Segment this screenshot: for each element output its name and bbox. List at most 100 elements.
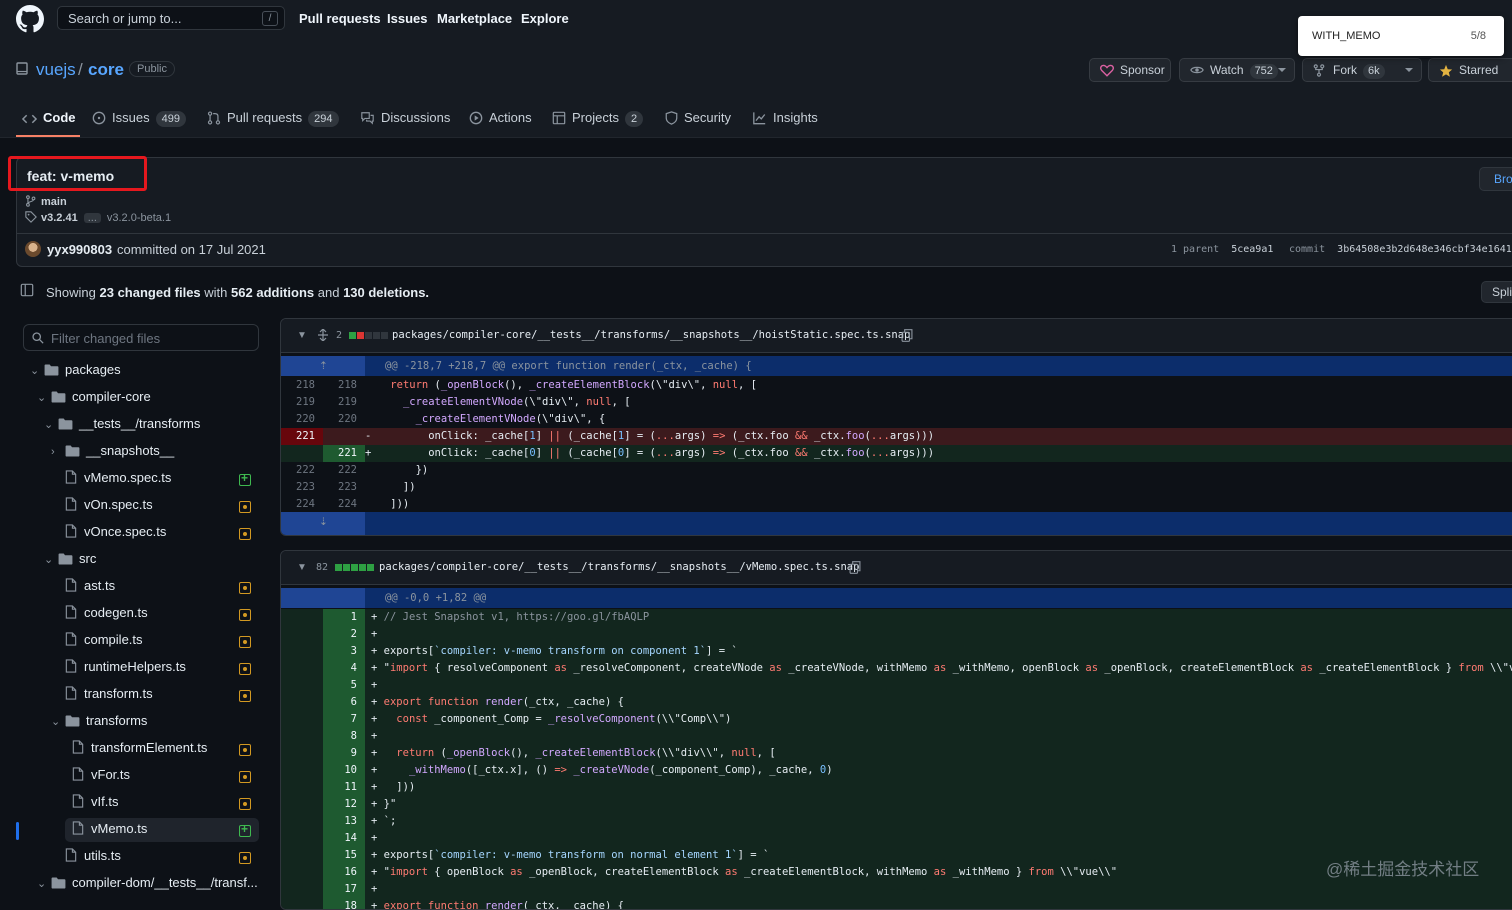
chevron-down-icon[interactable]: ⌄ bbox=[51, 715, 65, 728]
nav-explore[interactable]: Explore bbox=[521, 11, 569, 26]
commit-author-link[interactable]: yyx990803 bbox=[47, 242, 112, 257]
tree-file[interactable]: vMemo.ts bbox=[58, 821, 147, 836]
tree-folder[interactable]: ⌄ __tests__/transforms bbox=[44, 416, 200, 431]
tab-insights[interactable]: Insights bbox=[752, 110, 818, 125]
tag-latest[interactable]: v3.2.41 bbox=[41, 212, 78, 224]
tab-security[interactable]: Security bbox=[665, 110, 731, 125]
tab-code[interactable]: Code bbox=[21, 110, 76, 125]
new-line-number[interactable]: 15 bbox=[323, 847, 365, 864]
tree-folder[interactable]: ⌄ packages bbox=[30, 362, 121, 377]
tree-file[interactable]: vIf.ts bbox=[58, 794, 118, 809]
repo-owner-link[interactable]: vuejs bbox=[36, 60, 76, 80]
nav-issues[interactable]: Issues bbox=[387, 11, 427, 26]
github-logo-icon[interactable] bbox=[16, 5, 44, 33]
copy-icon[interactable] bbox=[901, 329, 913, 342]
new-line-number[interactable]: 220 bbox=[323, 411, 365, 428]
sponsor-button[interactable]: Sponsor bbox=[1089, 58, 1171, 82]
split-view-button[interactable]: Spli bbox=[1481, 281, 1512, 303]
chevron-down-icon[interactable]: ⌄ bbox=[44, 418, 58, 431]
old-line-number[interactable]: 220 bbox=[281, 411, 323, 428]
nav-marketplace[interactable]: Marketplace bbox=[437, 11, 512, 26]
tree-folder[interactable]: › __snapshots__ bbox=[51, 443, 174, 458]
tree-file[interactable]: compile.ts bbox=[51, 632, 143, 647]
chevron-down-icon[interactable]: ⌄ bbox=[37, 391, 51, 404]
new-line-number[interactable]: 224 bbox=[323, 496, 365, 513]
find-in-page-popup[interactable]: WITH_MEMO 5/8 bbox=[1298, 16, 1504, 56]
repo-name-link[interactable]: core bbox=[88, 60, 124, 80]
filter-changed-files-input[interactable]: Filter changed files bbox=[23, 324, 259, 351]
new-line-number[interactable]: 17 bbox=[323, 881, 365, 898]
chevron-down-icon[interactable] bbox=[1405, 68, 1413, 72]
tree-folder[interactable]: ⌄ transforms bbox=[51, 713, 147, 728]
tree-file[interactable]: vMemo.spec.ts bbox=[51, 470, 171, 485]
tree-file[interactable]: utils.ts bbox=[51, 848, 121, 863]
diff-file-path[interactable]: packages/compiler-core/__tests__/transfo… bbox=[392, 329, 910, 341]
new-line-number[interactable]: 7 bbox=[323, 711, 365, 728]
new-line-number[interactable]: 3 bbox=[323, 643, 365, 660]
new-line-number[interactable]: 6 bbox=[323, 694, 365, 711]
diff-file-path[interactable]: packages/compiler-core/__tests__/transfo… bbox=[379, 561, 859, 573]
new-line-number[interactable]: 2 bbox=[323, 626, 365, 643]
old-line-number[interactable]: 222 bbox=[281, 462, 323, 479]
tree-file[interactable]: vFor.ts bbox=[58, 767, 130, 782]
new-line-number[interactable]: 12 bbox=[323, 796, 365, 813]
old-line-number[interactable]: 223 bbox=[281, 479, 323, 496]
new-line-number[interactable]: 5 bbox=[323, 677, 365, 694]
search-input[interactable]: Search or jump to... / bbox=[57, 6, 285, 30]
tree-file[interactable]: vOn.spec.ts bbox=[51, 497, 153, 512]
tree-file[interactable]: transform.ts bbox=[51, 686, 153, 701]
new-line-number[interactable]: 8 bbox=[323, 728, 365, 745]
tree-file[interactable]: ast.ts bbox=[51, 578, 115, 593]
tree-folder[interactable]: ⌄ src bbox=[44, 551, 96, 566]
expand-up-button[interactable]: ⇡ bbox=[281, 356, 365, 376]
tree-file[interactable]: runtimeHelpers.ts bbox=[51, 659, 186, 674]
new-line-number[interactable]: 9 bbox=[323, 745, 365, 762]
old-line-number[interactable]: 218 bbox=[281, 377, 323, 394]
browse-files-button[interactable]: Bro bbox=[1479, 167, 1512, 191]
tag-expand-button[interactable]: ... bbox=[83, 213, 101, 224]
new-line-number[interactable]: 222 bbox=[323, 462, 365, 479]
tree-file[interactable]: vOnce.spec.ts bbox=[51, 524, 166, 539]
unfold-icon[interactable] bbox=[317, 329, 329, 341]
chevron-down-icon[interactable] bbox=[1278, 68, 1286, 72]
tab-actions[interactable]: Actions bbox=[469, 110, 532, 125]
chevron-down-icon[interactable]: ▼ bbox=[297, 330, 307, 341]
starred-button[interactable]: Starred bbox=[1428, 58, 1512, 82]
new-line-number[interactable]: 218 bbox=[323, 377, 365, 394]
new-line-number[interactable]: 1 bbox=[323, 609, 365, 626]
new-line-number[interactable]: 223 bbox=[323, 479, 365, 496]
commit-branch[interactable]: main bbox=[25, 195, 67, 208]
new-line-number[interactable]: 10 bbox=[323, 762, 365, 779]
tree-folder[interactable]: ⌄ compiler-core bbox=[37, 389, 151, 404]
new-line-number[interactable]: 219 bbox=[323, 394, 365, 411]
new-line-number[interactable]: 4 bbox=[323, 660, 365, 677]
new-line-number[interactable]: 14 bbox=[323, 830, 365, 847]
tab-discussions[interactable]: Discussions bbox=[360, 110, 450, 125]
chevron-down-icon[interactable]: ⌄ bbox=[30, 364, 44, 377]
find-query[interactable]: WITH_MEMO bbox=[1312, 30, 1380, 42]
tag-first[interactable]: v3.2.0-beta.1 bbox=[107, 212, 171, 224]
chevron-right-icon[interactable]: › bbox=[51, 446, 65, 458]
tab-issues[interactable]: Issues 499 bbox=[92, 110, 186, 127]
expand-down-button[interactable]: ⇣ bbox=[281, 512, 365, 535]
old-line-number[interactable]: 221 bbox=[281, 428, 323, 445]
old-line-number[interactable]: 219 bbox=[281, 394, 323, 411]
chevron-down-icon[interactable]: ⌄ bbox=[37, 877, 51, 890]
avatar[interactable] bbox=[25, 241, 41, 257]
nav-pull-requests[interactable]: Pull requests bbox=[299, 11, 381, 26]
new-line-number[interactable]: 18 bbox=[323, 898, 365, 909]
new-line-number[interactable]: 16 bbox=[323, 864, 365, 881]
copy-icon[interactable] bbox=[849, 561, 861, 574]
tab-pull-requests[interactable]: Pull requests 294 bbox=[207, 110, 339, 127]
old-line-number[interactable]: 224 bbox=[281, 496, 323, 513]
parent-sha-link[interactable]: 5cea9a1 bbox=[1231, 244, 1273, 255]
new-line-number[interactable]: 11 bbox=[323, 779, 365, 796]
tree-file[interactable]: transformElement.ts bbox=[58, 740, 207, 755]
chevron-down-icon[interactable]: ⌄ bbox=[44, 553, 58, 566]
fork-button[interactable]: Fork 6k bbox=[1302, 58, 1422, 82]
tab-projects[interactable]: Projects 2 bbox=[552, 110, 644, 127]
chevron-down-icon[interactable]: ▼ bbox=[297, 562, 307, 573]
new-line-number[interactable]: 13 bbox=[323, 813, 365, 830]
watch-button[interactable]: Watch 752 bbox=[1179, 58, 1295, 82]
tree-file[interactable]: codegen.ts bbox=[51, 605, 148, 620]
